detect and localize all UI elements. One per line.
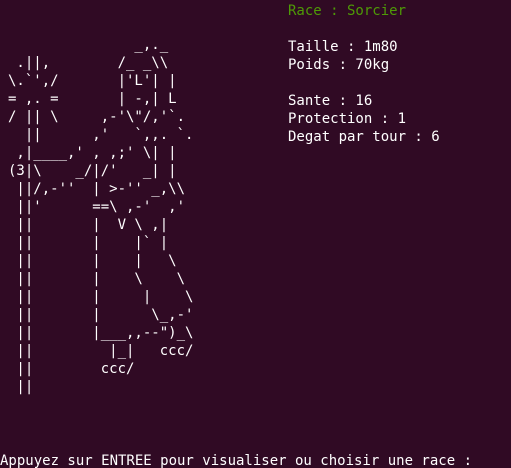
race-title: Race : Sorcier (288, 3, 407, 19)
stat-taille: Taille : 1m80 (288, 39, 398, 55)
stat-degat: Degat par tour : 6 (288, 129, 440, 145)
stat-protection: Protection : 1 (288, 111, 407, 127)
wizard-ascii-art: _,._ .||, /_ _\\ \.`',/ |'L'| | = ,. = |… (8, 37, 194, 395)
stat-poids: Poids : 70kg (288, 57, 390, 73)
character-stats: Race : Sorcier Taille : 1m80 Poids : 70k… (288, 2, 440, 146)
stat-sante: Sante : 16 (288, 93, 373, 109)
terminal-window[interactable]: _,._ .||, /_ _\\ \.`',/ |'L'| | = ,. = |… (0, 0, 511, 468)
input-prompt[interactable]: Appuyez sur ENTREE pour visualiser ou ch… (0, 452, 480, 468)
